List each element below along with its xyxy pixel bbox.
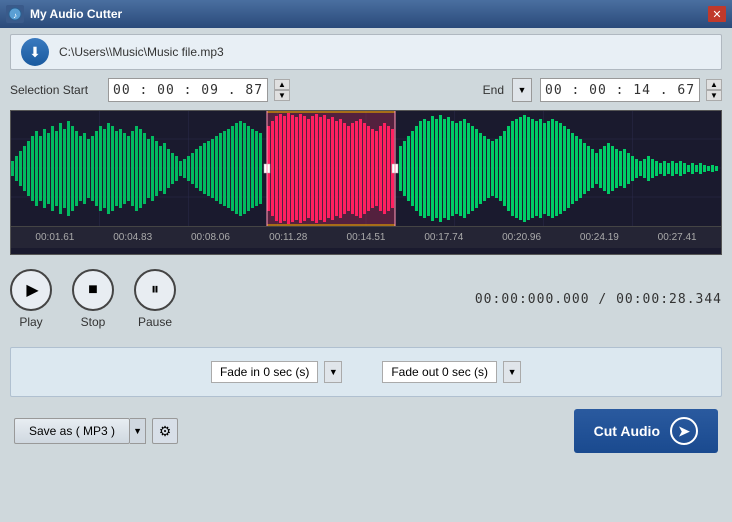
start-up-btn[interactable]: ▲ bbox=[274, 79, 290, 90]
cut-audio-button[interactable]: Cut Audio ➤ bbox=[574, 409, 718, 453]
ruler-time-5: 00:14.51 bbox=[327, 232, 405, 243]
ruler-time-6: 00:17.74 bbox=[405, 232, 483, 243]
save-dropdown-btn[interactable]: ▼ bbox=[130, 418, 146, 444]
start-spinner: ▲ ▼ bbox=[274, 79, 290, 101]
stop-icon: ■ bbox=[88, 281, 98, 299]
end-spinner: ▲ ▼ bbox=[706, 79, 722, 101]
play-button[interactable]: ▶ Play bbox=[10, 269, 52, 329]
cut-audio-arrow-icon: ➤ bbox=[678, 423, 690, 440]
end-time-input[interactable] bbox=[540, 78, 700, 102]
stop-circle: ■ bbox=[72, 269, 114, 311]
ruler-time-9: 00:27.41 bbox=[638, 232, 716, 243]
file-icon: ⬇ bbox=[21, 38, 49, 66]
stop-button[interactable]: ■ Stop bbox=[72, 269, 114, 329]
fade-section: Fade in 0 sec (s) ▼ Fade out 0 sec (s) ▼ bbox=[10, 347, 722, 397]
svg-text:♪: ♪ bbox=[13, 11, 17, 20]
time-controls: Selection Start ▲ ▼ End ▼ ▲ ▼ bbox=[10, 78, 722, 102]
end-up-btn[interactable]: ▲ bbox=[706, 79, 722, 90]
end-label: End bbox=[483, 83, 504, 97]
fade-out-dropdown[interactable]: ▼ bbox=[503, 361, 521, 383]
fade-in-arrow-icon: ▼ bbox=[329, 367, 338, 377]
download-icon: ⬇ bbox=[29, 44, 41, 61]
main-content: ⬇ C:\Users\\Music\Music file.mp3 Selecti… bbox=[0, 28, 732, 522]
fade-out-label: Fade out 0 sec (s) bbox=[382, 361, 497, 383]
cut-audio-label: Cut Audio bbox=[594, 423, 660, 439]
ruler-time-2: 00:04.83 bbox=[94, 232, 172, 243]
save-dropdown-icon: ▼ bbox=[133, 426, 142, 436]
pause-icon: ⏸ bbox=[151, 281, 159, 299]
title-bar: ♪ My Audio Cutter ✕ bbox=[0, 0, 732, 28]
ruler-time-8: 00:24.19 bbox=[560, 232, 638, 243]
fade-out-control: Fade out 0 sec (s) ▼ bbox=[382, 361, 521, 383]
app-title: My Audio Cutter bbox=[30, 7, 122, 21]
file-path: C:\Users\\Music\Music file.mp3 bbox=[59, 45, 224, 59]
time-ruler: 00:01.61 00:04.83 00:08.06 00:11.28 00:1… bbox=[11, 226, 721, 248]
pause-label: Pause bbox=[138, 315, 172, 329]
ruler-time-7: 00:20.96 bbox=[483, 232, 561, 243]
close-button[interactable]: ✕ bbox=[708, 6, 726, 22]
fade-in-label: Fade in 0 sec (s) bbox=[211, 361, 318, 383]
gear-icon: ⚙ bbox=[159, 423, 172, 440]
total-time: 00:00:28.344 bbox=[616, 292, 722, 307]
start-down-btn[interactable]: ▼ bbox=[274, 90, 290, 101]
fade-in-control: Fade in 0 sec (s) ▼ bbox=[211, 361, 342, 383]
file-path-bar: ⬇ C:\Users\\Music\Music file.mp3 bbox=[10, 34, 722, 70]
ruler-time-4: 00:11.28 bbox=[249, 232, 327, 243]
bottom-bar: Save as ( MP3 ) ▼ ⚙ Cut Audio ➤ bbox=[10, 409, 722, 453]
play-label: Play bbox=[19, 315, 42, 329]
save-label: Save as ( MP3 ) bbox=[29, 424, 115, 438]
ruler-time-1: 00:01.61 bbox=[16, 232, 94, 243]
current-time: 00:00:000.000 bbox=[475, 292, 590, 307]
settings-button[interactable]: ⚙ bbox=[152, 418, 178, 444]
play-icon: ▶ bbox=[26, 280, 38, 300]
end-dropdown[interactable]: ▼ bbox=[512, 78, 532, 102]
save-button[interactable]: Save as ( MP3 ) bbox=[14, 418, 130, 444]
time-separator: / bbox=[590, 292, 616, 307]
cut-audio-icon-circle: ➤ bbox=[670, 417, 698, 445]
end-down-btn[interactable]: ▼ bbox=[706, 90, 722, 101]
pause-circle: ⏸ bbox=[134, 269, 176, 311]
app-icon: ♪ bbox=[6, 5, 24, 23]
save-section: Save as ( MP3 ) ▼ ⚙ bbox=[14, 418, 178, 444]
fade-in-dropdown[interactable]: ▼ bbox=[324, 361, 342, 383]
waveform-canvas[interactable] bbox=[11, 111, 721, 226]
fade-out-arrow-icon: ▼ bbox=[508, 367, 517, 377]
ruler-time-3: 00:08.06 bbox=[172, 232, 250, 243]
selection-start-label: Selection Start bbox=[10, 83, 100, 97]
title-bar-left: ♪ My Audio Cutter bbox=[6, 5, 122, 23]
play-circle: ▶ bbox=[10, 269, 52, 311]
end-dropdown-icon: ▼ bbox=[518, 85, 527, 95]
save-btn-group: Save as ( MP3 ) ▼ bbox=[14, 418, 146, 444]
time-display: 00:00:000.000 / 00:00:28.344 bbox=[475, 292, 722, 307]
selection-start-input[interactable] bbox=[108, 78, 268, 102]
waveform-container[interactable]: 00:01.61 00:04.83 00:08.06 00:11.28 00:1… bbox=[10, 110, 722, 255]
stop-label: Stop bbox=[81, 315, 106, 329]
pause-button[interactable]: ⏸ Pause bbox=[134, 269, 176, 329]
playback-controls: ▶ Play ■ Stop ⏸ Pause 00:00:000.000 / 00… bbox=[10, 255, 722, 339]
